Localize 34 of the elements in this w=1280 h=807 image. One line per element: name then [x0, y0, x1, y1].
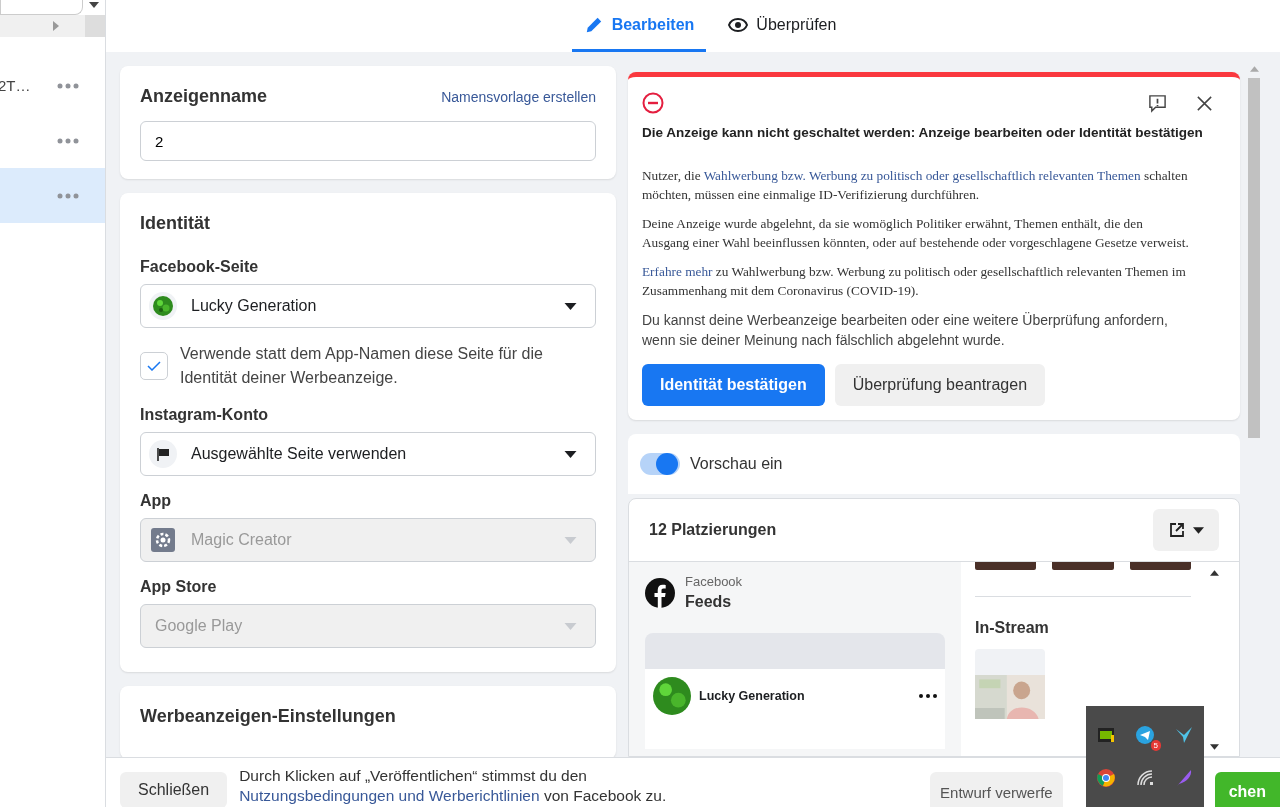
verify-button[interactable]: Identität bestätigen — [642, 364, 825, 406]
field-label: App — [140, 492, 173, 510]
alert-paragraph: Du kannst deine Werbeanzeige bearbeiten oder eine weitere Überprüfung anfordern, wenn sie deiner Meinung nach fälschlich abgelehnt wurde. — [642, 311, 1169, 350]
section-title: Anzeigenname — [140, 86, 268, 107]
close-button[interactable]: Schließen — [120, 772, 228, 807]
toggle-label: Vorschau ein — [690, 455, 783, 473]
help-link[interactable]: Wahlwerbung bzw. Werbung zu politisch oder gesellschaftlich relevanten Themen — [703, 168, 1141, 183]
alert-paragraph: Erfahre mehr zu Wahlwerbung bzw. Werbung zu politisch oder gesellschaftlich relevanten Themen im Zusammenhang mit dem Coronavirus (COVID-19). — [642, 263, 1187, 300]
alert-paragraph: Deine Anzeige wurde abgelehnt, da sie womöglich Politiker erwähnt, Themen enthält, die den Ausgang einer Wahl beeinflussen könnten, oder auf bestehende oder vorgeschlagene Gesetze verweist. — [642, 215, 1190, 252]
ad-name-field[interactable]: 2 — [140, 121, 596, 161]
placement-name: In-Stream — [975, 619, 1050, 637]
help-link[interactable]: Erfahre mehr — [642, 264, 713, 279]
section-title: Identität — [140, 213, 211, 234]
dropdown-field[interactable]: Lucky Generation — [140, 284, 596, 328]
discard-button[interactable]: Entwurf verwerfe — [930, 772, 1063, 807]
terms-text: Durch Klicken auf „Veröffentlichen“ stimmst du den Nutzungsbedingungen und Werberichtlinien von Facebook zu. — [239, 766, 668, 806]
platform-label: Facebook — [685, 574, 743, 589]
page-name: Lucky Generation — [699, 689, 806, 703]
alert-paragraph: Nutzer, die Wahlwerbung bzw. Werbung zu politisch oder gesellschaftlich relevanten Themen schalten möchten, müssen eine einmalige ID-Verifizierung durchführen. — [642, 167, 1189, 204]
alert-title: Die Anzeige kann nicht geschaltet werden: Anzeige bearbeiten oder Identität bestätigen — [642, 125, 1204, 140]
field-label: Instagram-Konto — [140, 406, 269, 424]
placements-title: 12 Platzierungen — [649, 521, 777, 539]
placement-name: Feeds — [685, 593, 733, 611]
notification-badge: 5 — [1150, 740, 1161, 752]
tab[interactable]: Bearbeiten — [571, 0, 707, 52]
checkbox-label: Verwende statt dem App-Namen diese Seite für die Identität deiner Werbeanzeige. — [180, 344, 544, 388]
dropdown-field[interactable]: Ausgewählte Seite verwenden — [140, 432, 596, 476]
tab[interactable]: Überprüfen — [716, 0, 849, 52]
template-link[interactable]: Namensvorlage erstellen — [441, 89, 596, 105]
section-title: Werbeanzeigen-Einstellungen — [140, 706, 397, 727]
review-button[interactable]: Überprüfung beantragen — [834, 364, 1046, 406]
terms-link[interactable]: Nutzungsbedingungen und Werberichtlinien — [239, 787, 540, 804]
field-label: Facebook-Seite — [140, 258, 260, 276]
field-label: App Store — [140, 578, 218, 596]
